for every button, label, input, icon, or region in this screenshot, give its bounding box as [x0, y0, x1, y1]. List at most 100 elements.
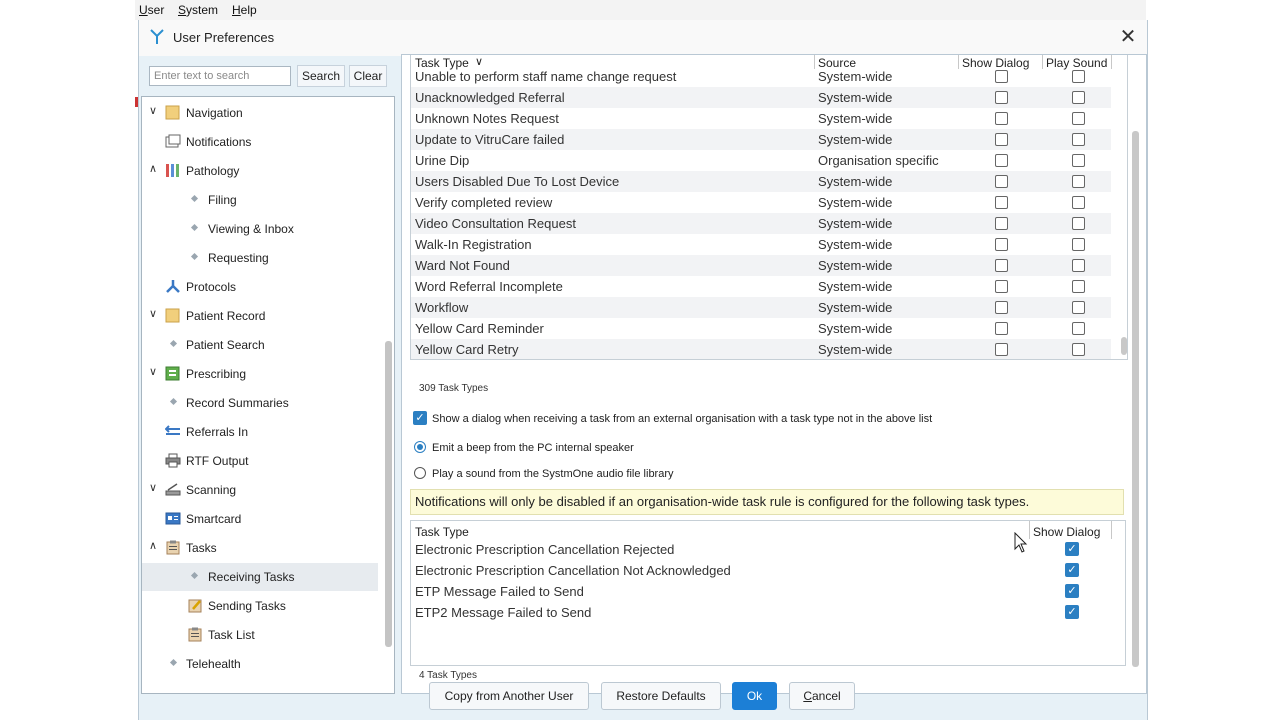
play-sound-checkbox[interactable]	[1072, 133, 1085, 146]
tree-item-requesting[interactable]: Requesting	[142, 244, 378, 272]
play-sound-checkbox[interactable]	[1072, 91, 1085, 104]
show-dialog-checkbox[interactable]	[995, 343, 1008, 356]
tree-item-patient-search[interactable]: Patient Search	[142, 331, 378, 359]
show-dialog-checkbox[interactable]	[995, 133, 1008, 146]
play-sound-checkbox[interactable]	[1072, 112, 1085, 125]
play-sound-checkbox[interactable]	[1072, 217, 1085, 230]
show-dialog-checkbox[interactable]: ✓	[1065, 605, 1079, 619]
play-sound-radio[interactable]	[414, 467, 426, 479]
tree-item-navigation[interactable]: ∨ Navigation	[142, 99, 378, 127]
table-row[interactable]: Unknown Notes Request System-wide	[411, 108, 1111, 129]
tree-item-record-summaries[interactable]: Record Summaries	[142, 389, 378, 417]
show-dialog-checkbox[interactable]	[995, 259, 1008, 272]
tree-item-prescribing[interactable]: ∨ Prescribing	[142, 360, 378, 388]
header-show-dialog[interactable]: Show Dialog	[1033, 525, 1100, 539]
header-task-type[interactable]: Task Type	[415, 525, 469, 539]
show-dialog-checkbox[interactable]: ✓	[1065, 542, 1079, 556]
search-button[interactable]: Search	[297, 65, 345, 87]
show-dialog-external-checkbox[interactable]: ✓	[413, 411, 427, 425]
restore-defaults-button[interactable]: Restore Defaults	[601, 682, 721, 710]
tree-item-pathology[interactable]: ∧ Pathology	[142, 157, 378, 185]
table-row[interactable]: Unable to perform staff name change requ…	[411, 66, 1111, 87]
menu-system[interactable]: System	[178, 3, 218, 17]
play-sound-checkbox[interactable]	[1072, 280, 1085, 293]
play-sound-checkbox[interactable]	[1072, 175, 1085, 188]
table-row[interactable]: Verify completed review System-wide	[411, 192, 1111, 213]
play-sound-checkbox[interactable]	[1072, 343, 1085, 356]
play-sound-checkbox[interactable]	[1072, 259, 1085, 272]
tree-item-filing[interactable]: Filing	[142, 186, 378, 214]
menu-help[interactable]: Help	[232, 3, 257, 17]
cancel-button[interactable]: Cancel	[789, 682, 855, 710]
show-dialog-checkbox[interactable]	[995, 154, 1008, 167]
show-dialog-checkbox[interactable]	[995, 91, 1008, 104]
chevron-down-icon[interactable]: ∨	[147, 482, 159, 494]
play-sound-checkbox[interactable]	[1072, 238, 1085, 251]
beep-radio[interactable]	[414, 441, 426, 453]
table-row[interactable]: Users Disabled Due To Lost Device System-…	[411, 171, 1111, 192]
tree-item-viewing-inbox[interactable]: Viewing & Inbox	[142, 215, 378, 243]
show-dialog-checkbox[interactable]	[995, 217, 1008, 230]
tree-item-referrals-in[interactable]: Referrals In	[142, 418, 378, 446]
show-dialog-checkbox[interactable]	[995, 238, 1008, 251]
ok-button[interactable]: Ok	[732, 682, 777, 710]
panel-scrollbar[interactable]	[1132, 131, 1139, 667]
chevron-down-icon[interactable]: ∨	[147, 308, 159, 320]
show-dialog-checkbox[interactable]	[995, 301, 1008, 314]
table-row[interactable]: Word Referral Incomplete System-wide	[411, 276, 1111, 297]
table-row[interactable]: Urine Dip Organisation specific	[411, 150, 1111, 171]
tree-item-receiving-tasks[interactable]: Receiving Tasks	[142, 563, 378, 591]
tree-item-task-list[interactable]: Task List	[142, 621, 378, 649]
search-input[interactable]	[149, 66, 291, 86]
tree-item-label: Smartcard	[186, 512, 242, 526]
tree-scrollbar[interactable]	[385, 341, 392, 647]
show-dialog-checkbox[interactable]	[995, 175, 1008, 188]
table-row[interactable]: Walk-In Registration System-wide	[411, 234, 1111, 255]
play-sound-checkbox[interactable]	[1072, 70, 1085, 83]
tree-item-telehealth[interactable]: Telehealth	[142, 650, 378, 678]
play-sound-checkbox[interactable]	[1072, 196, 1085, 209]
table-row[interactable]: Video Consultation Request System-wide	[411, 213, 1111, 234]
tree-item-scanning[interactable]: ∨ Scanning	[142, 476, 378, 504]
grid-scrollbar[interactable]	[1121, 337, 1127, 355]
clear-button[interactable]: Clear	[349, 65, 387, 87]
table-row[interactable]: Ward Not Found System-wide	[411, 255, 1111, 276]
table-row[interactable]: ETP Message Failed to Send ✓	[411, 581, 1111, 602]
play-sound-checkbox[interactable]	[1072, 322, 1085, 335]
tree-item-protocols[interactable]: Protocols	[142, 273, 378, 301]
show-dialog-checkbox[interactable]	[995, 70, 1008, 83]
table-row[interactable]: Yellow Card Reminder System-wide	[411, 318, 1111, 339]
menu-user[interactable]: User	[139, 3, 164, 17]
show-dialog-checkbox[interactable]	[995, 112, 1008, 125]
show-dialog-checkbox[interactable]: ✓	[1065, 563, 1079, 577]
table-row[interactable]: Yellow Card Retry System-wide	[411, 339, 1111, 359]
copy-from-another-user-button[interactable]: Copy from Another User	[429, 682, 589, 710]
chevron-up-icon[interactable]: ∧	[147, 163, 159, 175]
tree-item-label: RTF Output	[186, 454, 249, 468]
play-sound-checkbox[interactable]	[1072, 301, 1085, 314]
table-row[interactable]: ETP2 Message Failed to Send ✓	[411, 602, 1111, 623]
play-sound-checkbox[interactable]	[1072, 154, 1085, 167]
tree-item-patient-record[interactable]: ∨ Patient Record	[142, 302, 378, 330]
chevron-up-icon[interactable]: ∧	[147, 540, 159, 552]
close-icon[interactable]: ✕	[1117, 26, 1139, 48]
show-dialog-checkbox[interactable]	[995, 280, 1008, 293]
show-dialog-checkbox[interactable]	[995, 322, 1008, 335]
bullet-icon	[169, 658, 178, 667]
column-divider	[1029, 521, 1030, 539]
tree-item-sending-tasks[interactable]: Sending Tasks	[142, 592, 378, 620]
tree-item-rtf-output[interactable]: RTF Output	[142, 447, 378, 475]
show-dialog-checkbox[interactable]	[995, 196, 1008, 209]
table-row[interactable]: Unacknowledged Referral System-wide	[411, 87, 1111, 108]
tree-item-smartcard[interactable]: Smartcard	[142, 505, 378, 533]
tree-item-notifications[interactable]: Notifications	[142, 128, 378, 156]
task-type-cell: Unable to perform staff name change requ…	[415, 69, 677, 84]
tree-item-tasks[interactable]: ∧ Tasks	[142, 534, 378, 562]
chevron-down-icon[interactable]: ∨	[147, 105, 159, 117]
chevron-down-icon[interactable]: ∨	[147, 366, 159, 378]
table-row[interactable]: Update to VitruCare failed System-wide	[411, 129, 1111, 150]
table-row[interactable]: Electronic Prescription Cancellation Not…	[411, 560, 1111, 581]
table-row[interactable]: Electronic Prescription Cancellation Rej…	[411, 539, 1111, 560]
table-row[interactable]: Workflow System-wide	[411, 297, 1111, 318]
show-dialog-checkbox[interactable]: ✓	[1065, 584, 1079, 598]
